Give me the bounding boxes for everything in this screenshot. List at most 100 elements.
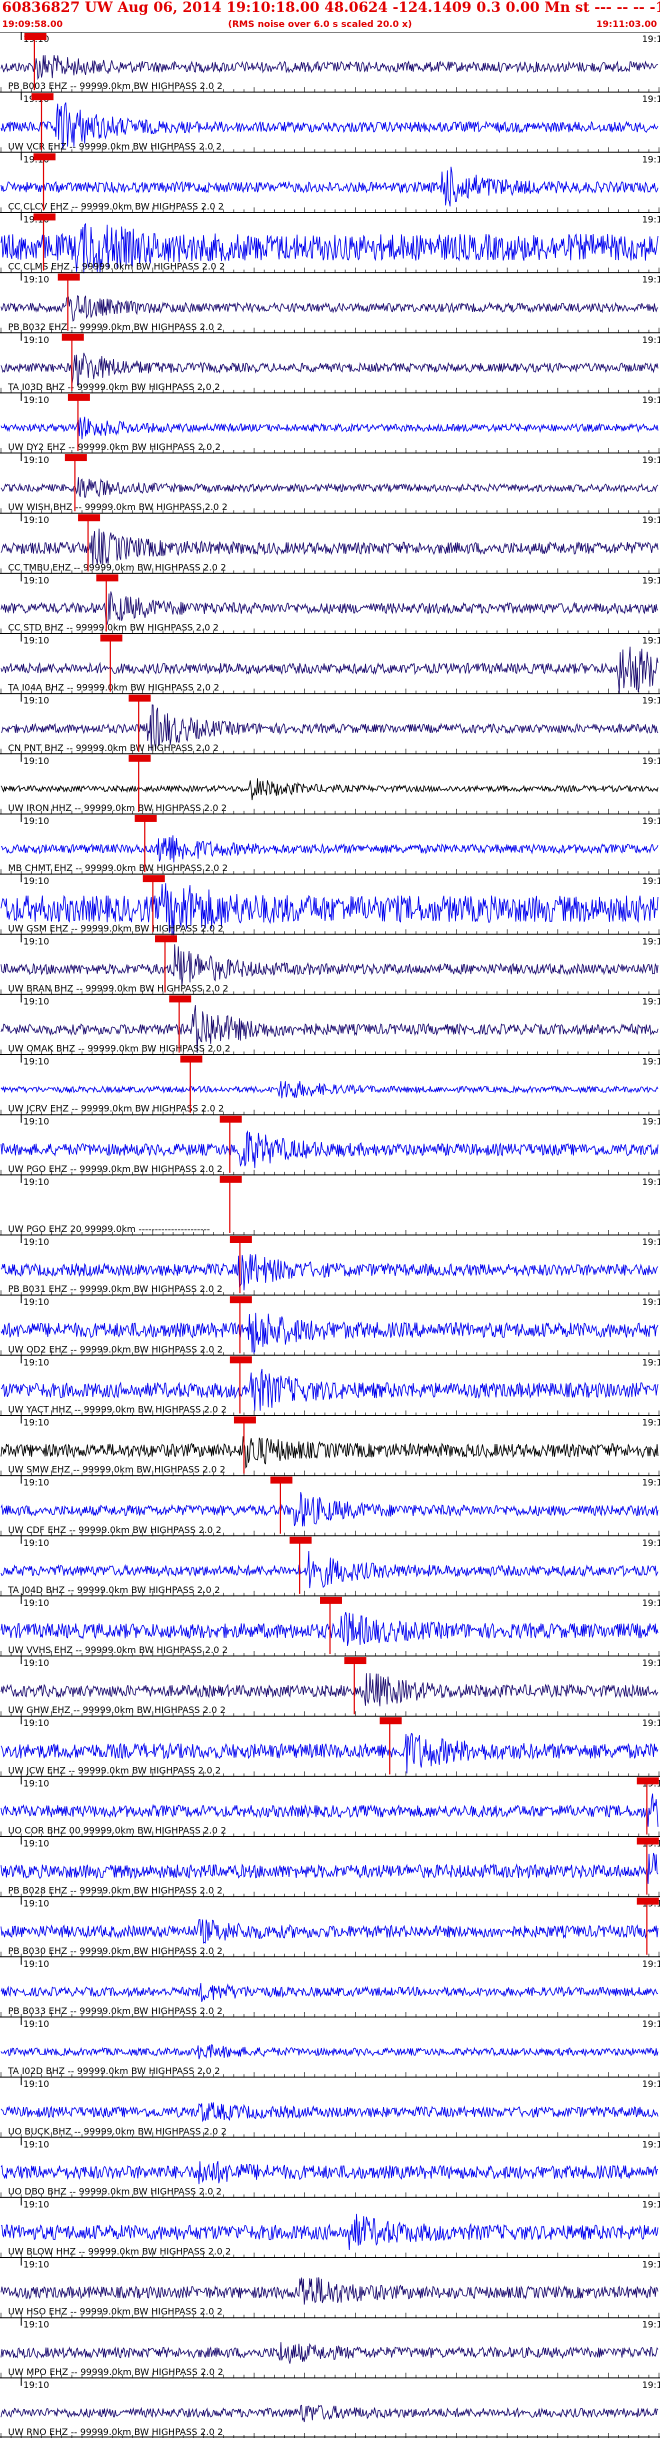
waveform-line <box>0 835 659 863</box>
minute-label-left: 19:10 <box>23 576 49 586</box>
station-label: UW CDF EHZ -- 99999.0km BW HIGHPASS 2.0 … <box>8 1526 221 1536</box>
pick-flag <box>31 93 54 101</box>
minute-label-right: 19:1 <box>642 2261 660 2271</box>
station-label: UW VVHS EHZ -- 99999.0km BW HIGHPASS 2.0… <box>8 1646 228 1656</box>
waveform-line <box>0 352 659 386</box>
minute-label-left: 19:10 <box>23 2200 49 2210</box>
pick-flag <box>78 514 101 522</box>
minute-label-left: 19:10 <box>23 2020 49 2030</box>
minute-label-right: 19:1 <box>642 1358 660 1368</box>
station-label: CC CLCV EHZ -- 99999.0km BW HIGHPASS 2.0… <box>8 202 224 212</box>
pick-flag <box>169 995 192 1003</box>
station-label: UO DBO BHZ -- 99999.0km BW HIGHPASS 2.0 … <box>8 2187 222 2197</box>
station-label: PB B031 EHZ -- 99999.0km BW HIGHPASS 2.0… <box>8 1285 223 1295</box>
minute-label-right: 19:1 <box>642 516 660 526</box>
minute-label-right: 19:1 <box>642 1178 660 1188</box>
station-label: TA I02D BHZ -- 99999.0km BW HIGHPASS 2.0… <box>7 2067 220 2077</box>
minute-label-right: 19:1 <box>642 1719 660 1729</box>
waveform-line <box>0 416 659 440</box>
pick-flag <box>233 1416 256 1424</box>
pick-flag <box>142 875 165 883</box>
minute-label-right: 19:1 <box>642 1418 660 1428</box>
minute-label-left: 19:10 <box>23 1418 49 1428</box>
minute-label-right: 19:1 <box>642 336 660 346</box>
station-label: UW VCR EHZ -- 99999.0km BW HIGHPASS 2.0 … <box>8 142 222 152</box>
end-time: 19:11:03.00 <box>596 20 657 30</box>
station-label: UO BUCK BHZ -- 99999.0km BW HIGHPASS 2.0… <box>8 2127 227 2137</box>
station-label: UW JCW EHZ -- 99999.0km BW HIGHPASS 2.0 … <box>8 1766 221 1776</box>
waveform-line <box>0 1492 659 1527</box>
minute-label-left: 19:10 <box>23 2321 49 2331</box>
waveform-line <box>0 1793 659 1827</box>
pick-flag <box>33 213 56 221</box>
waveform-line <box>0 1368 659 1411</box>
minute-label-left: 19:10 <box>23 1599 49 1609</box>
waveform-line <box>0 2044 659 2060</box>
minute-label-left: 19:10 <box>23 2261 49 2271</box>
waveform-line <box>0 55 659 81</box>
station-label: PB B030 EHZ -- 99999.0km BW HIGHPASS 2.0… <box>8 1947 223 1957</box>
plot-header: 60836827 UW Aug 06, 2014 19:10:18.00 48.… <box>0 0 660 36</box>
minute-label-left: 19:10 <box>23 516 49 526</box>
minute-label-left: 19:10 <box>23 1238 49 1248</box>
minute-label-left: 19:10 <box>23 817 49 827</box>
station-label: CN PNT BHZ -- 99999.0km BW HIGHPASS 2.0 … <box>8 744 219 754</box>
waveform-line <box>0 166 659 207</box>
waveform-line <box>0 1080 659 1099</box>
minute-label-right: 19:1 <box>642 155 660 165</box>
pick-flag <box>57 273 80 281</box>
minute-label-left: 19:10 <box>23 637 49 647</box>
minute-label-right: 19:1 <box>642 997 660 1007</box>
minute-label-left: 19:10 <box>23 2140 49 2150</box>
minute-label-right: 19:1 <box>642 1118 660 1128</box>
station-label: TA I04A BHZ -- 99999.0km BW HIGHPASS 2.0… <box>7 684 219 694</box>
minute-label-right: 19:1 <box>642 456 660 466</box>
station-label: TA J04D BHZ -- 99999.0km BW HIGHPASS 2.0… <box>7 1586 220 1596</box>
minute-label-right: 19:1 <box>642 1659 660 1669</box>
pick-flag <box>128 754 151 762</box>
minute-label-left: 19:10 <box>23 2381 49 2391</box>
station-label: UW GHW EHZ -- 99999.0km BW HIGHPASS 2.0 … <box>8 1706 226 1716</box>
minute-label-left: 19:10 <box>23 276 49 286</box>
minute-label-right: 19:1 <box>642 2020 660 2030</box>
waveform-line <box>0 2342 659 2364</box>
pick-flag <box>180 1055 203 1063</box>
station-label: UW OD2 EHZ -- 99999.0km BW HIGHPASS 2.0 … <box>8 1345 223 1355</box>
station-label: UO COR BHZ 00 99999.0km BW HIGHPASS 2.0 … <box>8 1827 226 1837</box>
minute-label-right: 19:1 <box>642 2200 660 2210</box>
minute-label-left: 19:10 <box>23 1779 49 1789</box>
minute-label-right: 19:1 <box>642 637 660 647</box>
minute-label-right: 19:1 <box>642 35 660 45</box>
minute-label-right: 19:1 <box>642 1298 660 1308</box>
pick-flag <box>219 1115 242 1123</box>
minute-label-right: 19:1 <box>642 396 660 406</box>
pick-flag <box>33 153 56 161</box>
waveform-line <box>0 778 659 801</box>
waveform-line <box>0 1919 659 1944</box>
minute-label-left: 19:10 <box>23 456 49 466</box>
pick-flag <box>636 1837 659 1845</box>
minute-label-right: 19:1 <box>642 1539 660 1549</box>
minute-label-left: 19:10 <box>23 1479 49 1489</box>
waveform-line <box>0 2404 659 2423</box>
station-label: UW MPO EHZ -- 99999.0km BW HIGHPASS 2.0 … <box>8 2368 223 2378</box>
minute-label-left: 19:10 <box>23 1900 49 1910</box>
pick-flag <box>320 1596 342 1604</box>
rms-note: (RMS noise over 6.0 s scaled 20.0 x) <box>228 20 412 30</box>
station-label: UW PGO EHZ 20 99999.0km ----------------… <box>8 1225 210 1235</box>
minute-label-right: 19:1 <box>642 1599 660 1609</box>
minute-label-right: 19:1 <box>642 877 660 887</box>
station-label: UW BLOW HHZ -- 99999.0km BW HIGHPASS 2.0… <box>8 2248 231 2258</box>
pick-flag <box>61 333 84 341</box>
station-label: CC CLMS EHZ -- 99999.0km BW HIGHPASS 2.0… <box>8 263 225 273</box>
minute-label-right: 19:1 <box>642 937 660 947</box>
minute-label-left: 19:10 <box>23 1659 49 1669</box>
minute-label-right: 19:1 <box>642 2381 660 2391</box>
minute-label-left: 19:10 <box>23 877 49 887</box>
pick-flag <box>24 33 47 40</box>
minute-label-left: 19:10 <box>23 697 49 707</box>
waveform-line <box>0 1673 659 1707</box>
station-label: UW GSM EHZ -- 99999.0km BW HIGHPASS 2.0 … <box>8 924 224 934</box>
minute-label-right: 19:1 <box>642 2080 660 2090</box>
station-label: UW SMW EHZ -- 99999.0km BW HIGHPASS 2.0 … <box>8 1466 225 1476</box>
